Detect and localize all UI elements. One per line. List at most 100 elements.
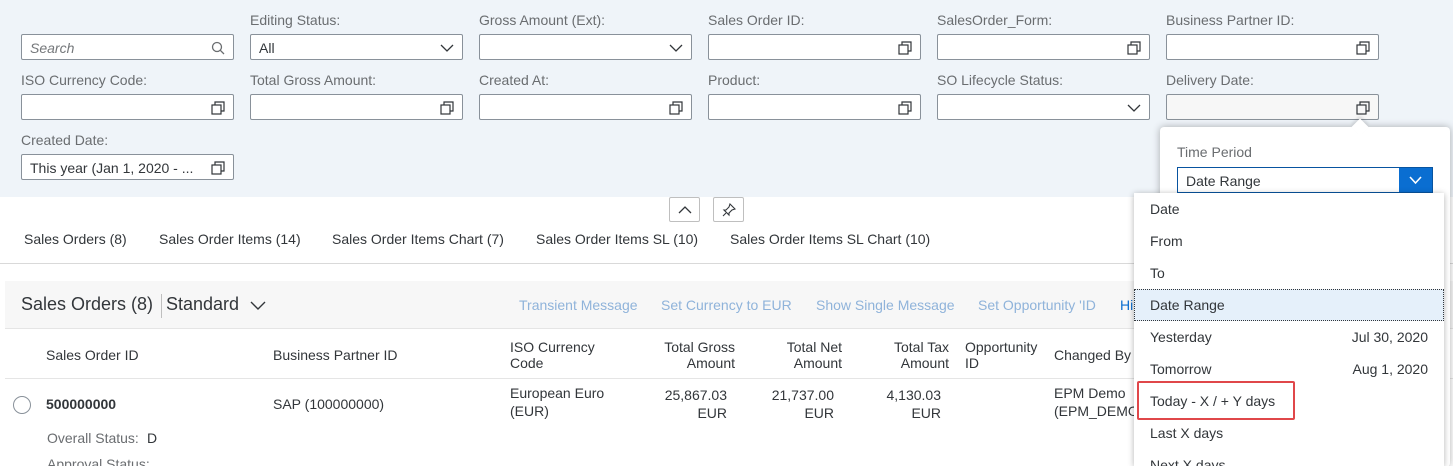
- option-label: To: [1150, 265, 1165, 281]
- tab-sales-orders[interactable]: Sales Orders (8): [24, 231, 127, 247]
- table-title: Sales Orders (8): [21, 294, 154, 314]
- col-total-gross[interactable]: Total Gross Amount: [645, 339, 735, 371]
- salesorder-form-label: SalesOrder_Form:: [937, 12, 1053, 28]
- title-separator: [161, 294, 162, 318]
- option-next-x-days[interactable]: Next X days: [1134, 449, 1444, 466]
- show-single-message-button[interactable]: Show Single Message: [816, 297, 955, 313]
- value-help-icon[interactable]: [211, 161, 225, 175]
- pin-filterbar-button[interactable]: [713, 197, 744, 222]
- transient-message-button[interactable]: Transient Message: [519, 297, 638, 313]
- product-input[interactable]: [708, 94, 921, 120]
- col-total-net[interactable]: Total Net Amount: [752, 339, 842, 371]
- col-opportunity-id[interactable]: Opportunity ID: [965, 339, 1037, 371]
- overall-status-value: D: [147, 430, 158, 446]
- collapse-filterbar-button[interactable]: [669, 197, 700, 222]
- gross-amount-select[interactable]: [479, 34, 692, 60]
- delivery-date-label: Delivery Date:: [1166, 72, 1254, 88]
- hidden-action-button[interactable]: Hi: [1120, 297, 1133, 313]
- so-lifecycle-select[interactable]: [937, 94, 1150, 120]
- value-help-icon[interactable]: [440, 101, 454, 115]
- tab-sales-order-items-chart[interactable]: Sales Order Items Chart (7): [332, 231, 504, 247]
- search-icon[interactable]: [211, 41, 225, 55]
- chevron-down-icon[interactable]: [1127, 101, 1141, 115]
- option-label: Tomorrow: [1150, 361, 1212, 377]
- col-total-net-line2: Amount: [793, 355, 842, 371]
- product-label: Product:: [708, 72, 761, 88]
- col-iso-currency-line1: ISO Currency: [510, 339, 595, 355]
- set-currency-button[interactable]: Set Currency to EUR: [661, 297, 792, 313]
- option-label: Next X days: [1150, 457, 1226, 466]
- chevron-down-icon[interactable]: [669, 41, 683, 55]
- col-total-tax-line1: Total Tax: [894, 339, 949, 355]
- row-select-radio[interactable]: [13, 396, 31, 414]
- option-date-hint: Aug 1, 2020: [1352, 361, 1428, 377]
- tab-sales-order-items[interactable]: Sales Order Items (14): [159, 231, 301, 247]
- time-period-options-list: Date From To Date Range Yesterday Jul 30…: [1134, 193, 1444, 466]
- gross-amount-label: Gross Amount (Ext):: [479, 12, 606, 28]
- cell-net-line1: 21,737.00: [771, 387, 834, 403]
- total-gross-label: Total Gross Amount:: [250, 72, 377, 88]
- option-label: Last X days: [1150, 425, 1224, 441]
- created-date-input[interactable]: This year (Jan 1, 2020 - ...: [21, 154, 234, 180]
- col-total-net-line1: Total Net: [786, 339, 842, 355]
- col-iso-currency[interactable]: ISO Currency Code: [510, 339, 595, 371]
- chevron-up-icon: [678, 206, 692, 214]
- option-date-range[interactable]: Date Range: [1134, 289, 1444, 321]
- search-input[interactable]: Search: [21, 34, 234, 60]
- col-changed-by[interactable]: Changed By: [1054, 347, 1131, 363]
- cell-gross-line2: EUR: [697, 405, 727, 421]
- col-sales-order-id[interactable]: Sales Order ID: [46, 347, 139, 363]
- set-opportunity-button[interactable]: Set Opportunity 'ID: [978, 297, 1096, 313]
- business-partner-id-input[interactable]: [1166, 34, 1379, 60]
- created-date-label: Created Date:: [21, 132, 109, 148]
- option-label: From: [1150, 233, 1183, 249]
- chevron-down-icon: [1409, 176, 1422, 185]
- variant-selector[interactable]: Standard: [166, 294, 239, 315]
- option-yesterday[interactable]: Yesterday Jul 30, 2020: [1134, 321, 1444, 353]
- time-period-select[interactable]: Date Range: [1177, 167, 1433, 193]
- cell-gross-line1: 25,867.03: [664, 387, 727, 403]
- salesorder-form-input[interactable]: [937, 34, 1150, 60]
- chevron-down-icon[interactable]: [250, 301, 266, 311]
- editing-status-value: All: [259, 40, 275, 56]
- value-help-icon[interactable]: [1356, 101, 1370, 115]
- sales-order-id-input[interactable]: [708, 34, 921, 60]
- overall-status-label: Overall Status:: [47, 430, 139, 446]
- total-gross-input[interactable]: [250, 94, 463, 120]
- cell-changed-by-line1: EPM Demo: [1054, 385, 1126, 401]
- editing-status-select[interactable]: All: [250, 34, 463, 60]
- tab-sales-order-items-sl-chart[interactable]: Sales Order Items SL Chart (10): [730, 231, 930, 247]
- delivery-date-input[interactable]: [1166, 94, 1379, 120]
- option-from[interactable]: From: [1134, 225, 1444, 257]
- col-total-tax[interactable]: Total Tax Amount: [859, 339, 949, 371]
- iso-currency-input[interactable]: [21, 94, 234, 120]
- col-business-partner-id[interactable]: Business Partner ID: [273, 347, 398, 363]
- cell-net-line2: EUR: [804, 405, 834, 421]
- cell-business-partner: SAP (100000000): [273, 396, 385, 412]
- cell-total-tax: 4,130.03 EUR: [851, 386, 942, 422]
- time-period-dropdown-button[interactable]: [1399, 168, 1432, 192]
- value-help-icon[interactable]: [669, 101, 683, 115]
- value-help-icon[interactable]: [1127, 41, 1141, 55]
- cell-tax-line1: 4,130.03: [886, 387, 942, 403]
- time-period-value: Date Range: [1186, 173, 1261, 189]
- cell-currency-line1: European Euro: [510, 385, 605, 401]
- value-help-icon[interactable]: [898, 41, 912, 55]
- chevron-down-icon[interactable]: [440, 41, 454, 55]
- option-last-x-days[interactable]: Last X days: [1134, 417, 1444, 449]
- value-help-icon[interactable]: [898, 101, 912, 115]
- tab-sales-order-items-sl[interactable]: Sales Order Items SL (10): [536, 231, 698, 247]
- pin-icon: [722, 203, 736, 217]
- cell-changed-by: EPM Demo (EPM_DEMO: [1054, 384, 1139, 420]
- option-to[interactable]: To: [1134, 257, 1444, 289]
- cell-tax-line2: EUR: [911, 405, 941, 421]
- value-help-icon[interactable]: [1356, 41, 1370, 55]
- value-help-icon[interactable]: [211, 101, 225, 115]
- business-partner-id-label: Business Partner ID:: [1166, 12, 1295, 28]
- highlight-annotation: [1137, 381, 1295, 420]
- option-date[interactable]: Date: [1134, 193, 1444, 225]
- created-at-input[interactable]: [479, 94, 692, 120]
- col-opportunity-line2: ID: [965, 355, 979, 371]
- cell-total-net: 21,737.00 EUR: [744, 386, 834, 422]
- col-total-gross-line1: Total Gross: [664, 339, 735, 355]
